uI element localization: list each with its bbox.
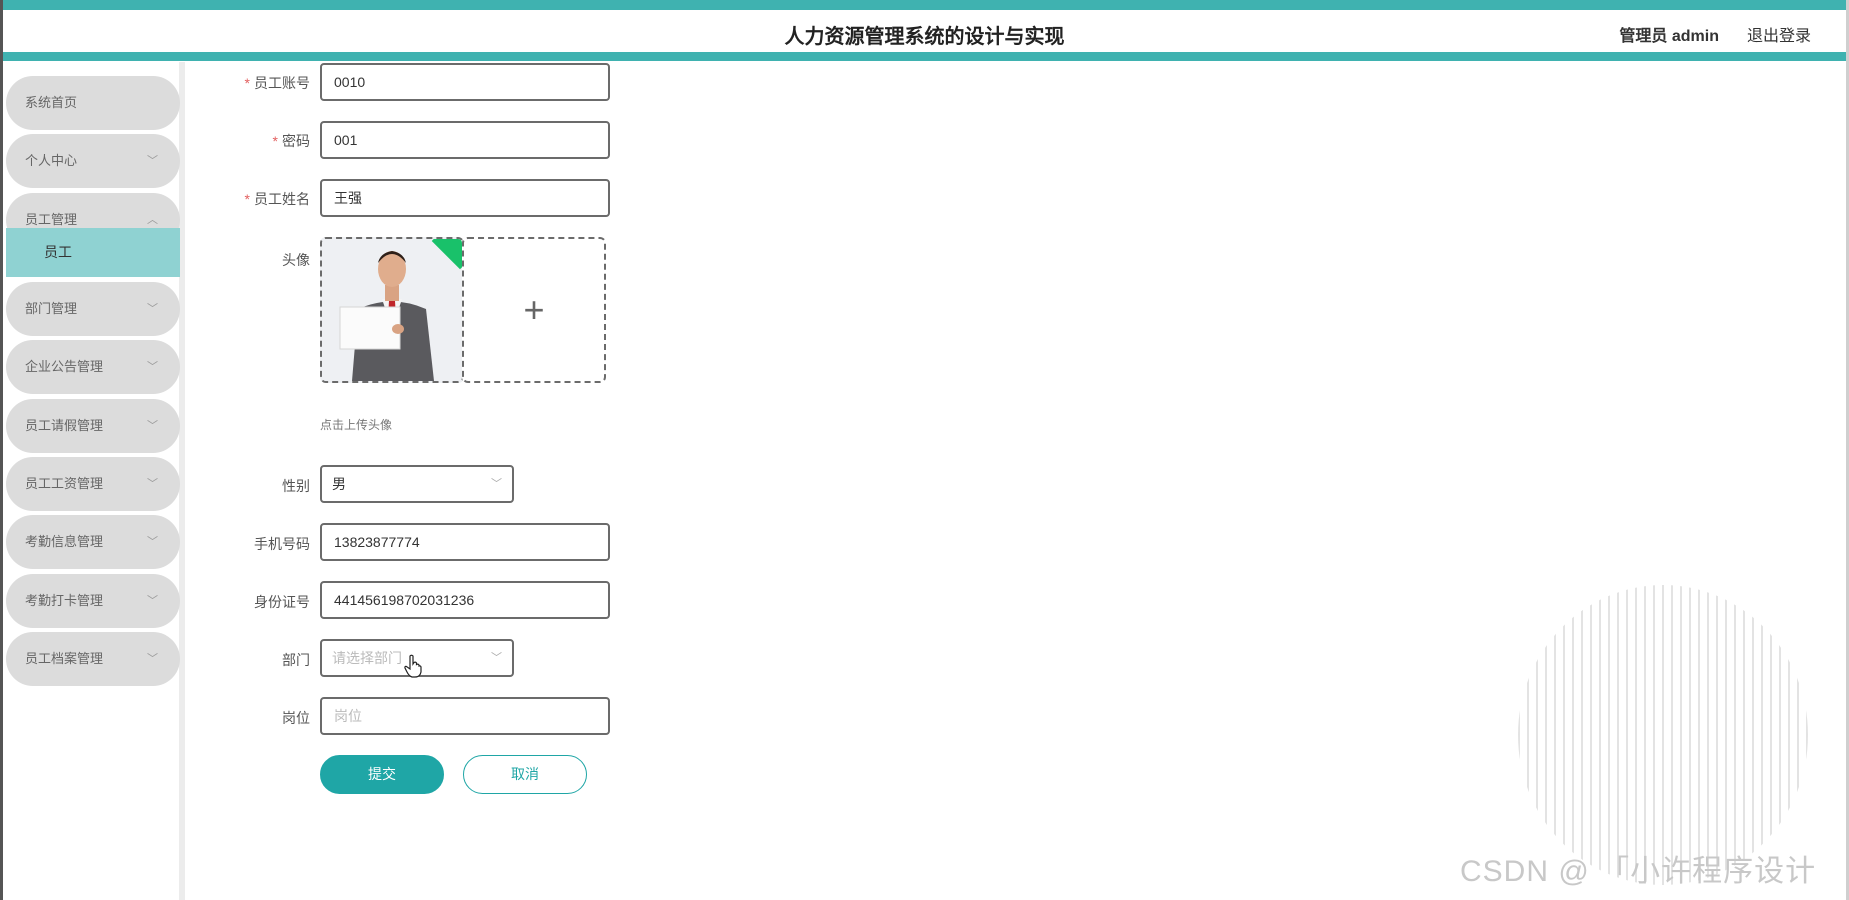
sidebar-item-home[interactable]: 系统首页 bbox=[6, 76, 180, 130]
watermark-text: CSDN @ 「小许程序设计 bbox=[1460, 855, 1817, 888]
sidebar-item-label: 考勤打卡管理 bbox=[25, 593, 104, 608]
name-input[interactable]: 王强 bbox=[320, 179, 610, 217]
avatar-upload-button[interactable]: + bbox=[462, 237, 606, 383]
header-bottom-stripe bbox=[0, 52, 1849, 61]
logout-link[interactable]: 退出登录 bbox=[1747, 22, 1811, 46]
submit-button[interactable]: 提交 bbox=[320, 755, 444, 794]
sidebar-item-label: 员工管理 bbox=[25, 212, 78, 227]
sidebar-item-label: 部门管理 bbox=[25, 301, 78, 316]
current-user-label: 管理员 admin bbox=[1619, 28, 1719, 45]
password-label-text: 密码 bbox=[282, 133, 310, 149]
header-top-stripe bbox=[0, 0, 1849, 10]
avatar-photo bbox=[322, 239, 462, 381]
name-label: * 员工姓名 bbox=[190, 189, 310, 209]
idcard-label: 身份证号 bbox=[254, 594, 310, 610]
avatar-label: 头像 bbox=[282, 252, 310, 268]
chevron-down-icon: ﹀ bbox=[147, 653, 158, 665]
app-title: 人力资源管理系统的设计与实现 bbox=[784, 26, 1065, 48]
sidebar-item-notice-mgmt[interactable]: 企业公告管理 ﹀ bbox=[6, 340, 180, 394]
top-header: 人力资源管理系统的设计与实现 管理员 admin 退出登录 bbox=[0, 0, 1849, 62]
sidebar: 系统首页 个人中心 ﹀ 员工管理 ︿ 员工 部门管理 ﹀ 企业公告管理 ﹀ 员工… bbox=[3, 62, 185, 900]
chevron-down-icon: ﹀ bbox=[147, 478, 158, 490]
account-input[interactable]: 0010 bbox=[320, 63, 610, 101]
phone-label: 手机号码 bbox=[254, 536, 310, 552]
chevron-down-icon: ﹀ bbox=[491, 478, 502, 490]
required-mark: * bbox=[244, 191, 250, 207]
sidebar-item-label: 个人中心 bbox=[25, 153, 78, 168]
position-label: 岗位 bbox=[282, 710, 310, 726]
department-label: 部门 bbox=[282, 652, 310, 668]
sidebar-item-clockin-mgmt[interactable]: 考勤打卡管理 ﹀ bbox=[6, 574, 180, 628]
password-label: * 密码 bbox=[190, 131, 310, 151]
sidebar-item-label: 系统首页 bbox=[25, 95, 78, 110]
account-label-text: 员工账号 bbox=[254, 75, 310, 91]
department-select-placeholder: 请选择部门 bbox=[332, 650, 402, 666]
sidebar-item-label: 考勤信息管理 bbox=[25, 534, 104, 549]
chevron-down-icon: ﹀ bbox=[147, 595, 158, 607]
position-input[interactable]: 岗位 bbox=[320, 697, 610, 735]
sidebar-item-profile[interactable]: 个人中心 ﹀ bbox=[6, 134, 180, 188]
idcard-input[interactable]: 441456198702031236 bbox=[320, 581, 610, 619]
chevron-down-icon: ﹀ bbox=[147, 303, 158, 315]
sidebar-item-leave-mgmt[interactable]: 员工请假管理 ﹀ bbox=[6, 399, 180, 453]
sidebar-subitem-employee[interactable]: 员工 bbox=[6, 228, 180, 277]
sidebar-item-archive-mgmt[interactable]: 员工档案管理 ﹀ bbox=[6, 632, 180, 686]
cancel-button[interactable]: 取消 bbox=[463, 755, 587, 794]
required-mark: * bbox=[272, 133, 278, 149]
name-label-text: 员工姓名 bbox=[254, 191, 310, 207]
chevron-down-icon: ﹀ bbox=[491, 652, 502, 664]
sidebar-item-salary-mgmt[interactable]: 员工工资管理 ﹀ bbox=[6, 457, 180, 511]
sidebar-item-attendance-info-mgmt[interactable]: 考勤信息管理 ﹀ bbox=[6, 515, 180, 569]
plus-icon: + bbox=[523, 289, 545, 330]
avatar-upload-hint: 点击上传头像 bbox=[320, 418, 393, 432]
employee-form: * 员工账号 0010 * 密码 001 * 员工姓名 王强 头像 + 点击上传… bbox=[190, 62, 1740, 900]
password-input[interactable]: 001 bbox=[320, 121, 610, 159]
gender-select[interactable]: 男 ﹀ bbox=[320, 465, 514, 503]
gender-label: 性别 bbox=[282, 478, 310, 494]
required-mark: * bbox=[244, 75, 250, 91]
chevron-down-icon: ﹀ bbox=[147, 420, 158, 432]
sidebar-item-department-mgmt[interactable]: 部门管理 ﹀ bbox=[6, 282, 180, 336]
sidebar-item-label: 企业公告管理 bbox=[25, 359, 104, 374]
phone-input[interactable]: 13823877774 bbox=[320, 523, 610, 561]
sidebar-item-label: 员工档案管理 bbox=[25, 651, 104, 666]
chevron-down-icon: ﹀ bbox=[147, 361, 158, 373]
chevron-down-icon: ﹀ bbox=[147, 536, 158, 548]
sidebar-item-label: 员工工资管理 bbox=[25, 476, 104, 491]
gender-select-value: 男 bbox=[332, 476, 346, 492]
hand-cursor-icon bbox=[404, 654, 422, 678]
account-label: * 员工账号 bbox=[190, 73, 310, 93]
sidebar-item-label: 员工请假管理 bbox=[25, 418, 104, 433]
chevron-down-icon: ﹀ bbox=[147, 155, 158, 167]
decorative-stripe-circle bbox=[1518, 585, 1808, 885]
avatar-preview[interactable] bbox=[320, 237, 464, 383]
